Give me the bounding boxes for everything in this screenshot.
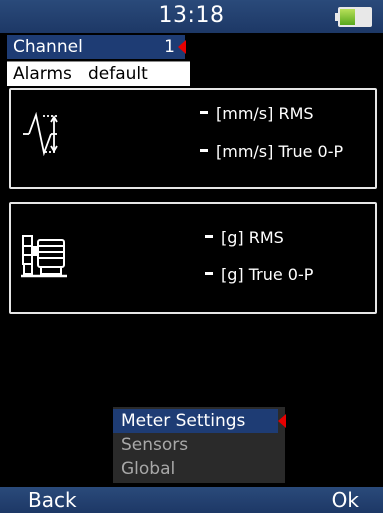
selection-marker-icon [178,40,186,54]
accel-rms-line: [g] RMS [205,228,284,247]
velocity-true0p-line: [mm/s] True 0-P [200,142,343,161]
menu-item-sensors[interactable]: Sensors [121,433,188,457]
velocity-rms-line: [mm/s] RMS [200,104,314,123]
ok-button[interactable]: Ok [332,487,359,513]
bottom-menu: Meter Settings Sensors Global [113,407,286,483]
alarms-value: default [88,64,148,84]
channel-value: 1 [164,37,175,57]
back-button[interactable]: Back [28,487,77,513]
velocity-measurement-panel[interactable]: [mm/s] RMS [mm/s] True 0-P [9,88,377,189]
battery-fill [340,9,355,25]
accel-rms-label: [g] RMS [221,228,284,247]
alarms-selector[interactable]: Alarms default [7,61,190,86]
accel-true0p-line: [g] True 0-P [205,265,313,284]
clock: 13:18 [158,3,225,28]
battery-icon [335,7,372,27]
softkey-bar: Back Ok [0,487,383,513]
menu-selection-marker-icon [278,414,286,428]
machine-bearing-icon [21,235,67,278]
alarms-label: Alarms [13,64,72,84]
accel-true0p-label: [g] True 0-P [221,265,314,284]
acceleration-measurement-panel[interactable]: [g] RMS [g] True 0-P [9,202,377,314]
channel-label: Channel [13,37,83,57]
velocity-waveform-icon [23,112,58,156]
velocity-true0p-label: [mm/s] True 0-P [216,142,344,161]
status-bar: 13:18 [0,0,383,33]
menu-item-global[interactable]: Global [121,457,175,481]
menu-item-meter-settings[interactable]: Meter Settings [113,409,278,433]
velocity-rms-label: [mm/s] RMS [216,104,314,123]
channel-selector[interactable]: Channel 1 [7,35,185,59]
